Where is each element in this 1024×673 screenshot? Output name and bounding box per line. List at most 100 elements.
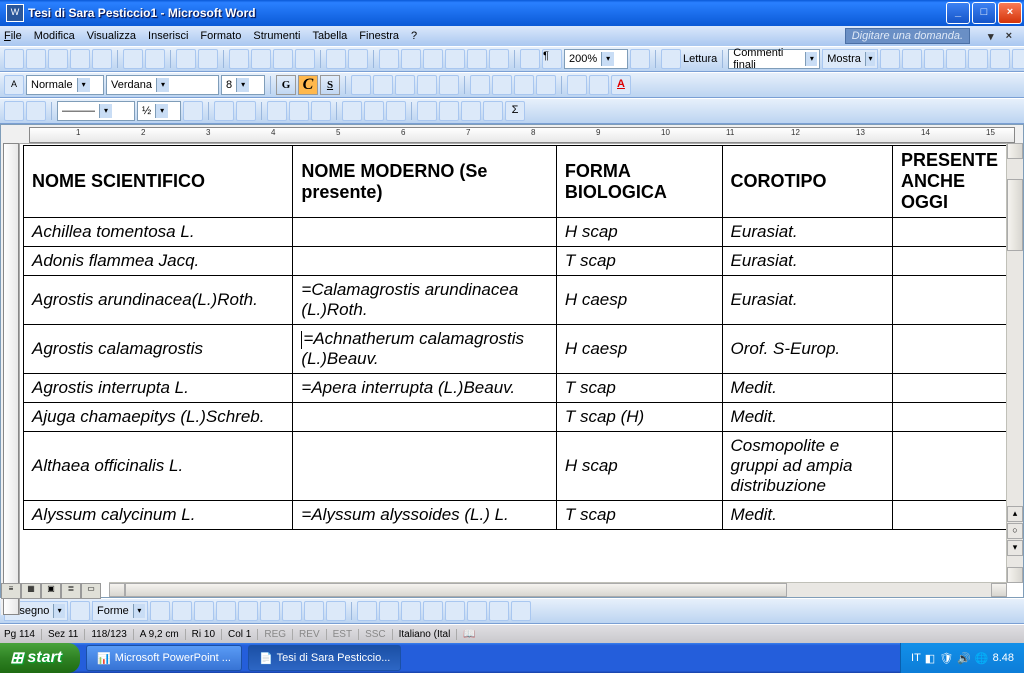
dash-style-button[interactable] xyxy=(445,601,465,621)
distribute-rows-button[interactable] xyxy=(364,101,384,121)
help-button[interactable] xyxy=(630,49,650,69)
prev-page-button[interactable]: ▴ xyxy=(1007,506,1023,522)
status-ovr[interactable]: SSC xyxy=(365,629,393,640)
line-spacing-button[interactable] xyxy=(439,75,459,95)
redo-button[interactable] xyxy=(348,49,368,69)
tray-icon[interactable]: 🌐 xyxy=(975,652,989,665)
increase-indent-button[interactable] xyxy=(536,75,556,95)
next-change-button[interactable] xyxy=(902,49,922,69)
select-browse-object-button[interactable]: ○ xyxy=(1007,523,1023,539)
menu-visualizza[interactable]: Visualizza xyxy=(87,30,136,42)
line-style2-button[interactable] xyxy=(423,601,443,621)
zoom-combo[interactable]: 200%▾ xyxy=(564,49,628,69)
border-color-button[interactable] xyxy=(183,101,203,121)
format-painter-button[interactable] xyxy=(295,49,315,69)
new-doc-button[interactable] xyxy=(4,49,24,69)
justify-button[interactable] xyxy=(417,75,437,95)
scroll-left-button[interactable] xyxy=(109,583,125,597)
prev-change-button[interactable] xyxy=(880,49,900,69)
bullets-button[interactable] xyxy=(492,75,512,95)
align-right-button[interactable] xyxy=(395,75,415,95)
sort-desc-button[interactable] xyxy=(483,101,503,121)
menu-inserisci[interactable]: Inserisci xyxy=(148,30,188,42)
insert-picture-button[interactable] xyxy=(326,601,346,621)
web-view-button[interactable]: ▦ xyxy=(21,583,41,599)
line-button[interactable] xyxy=(150,601,170,621)
reject-change-button[interactable] xyxy=(946,49,966,69)
menu-chevron[interactable]: ▾ xyxy=(988,30,994,43)
outline-view-button[interactable]: ≣ xyxy=(61,583,81,599)
menu-modifica[interactable]: Modifica xyxy=(34,30,75,42)
font-size-combo[interactable]: 8▾ xyxy=(221,75,265,95)
scroll-right-button[interactable] xyxy=(991,583,1007,597)
scroll-down-button[interactable] xyxy=(1007,567,1023,583)
autosum-button[interactable]: Σ xyxy=(505,101,525,121)
paste-button[interactable] xyxy=(273,49,293,69)
arrow-style-button[interactable] xyxy=(467,601,487,621)
tray-icon[interactable]: ◧ xyxy=(925,652,935,665)
cut-button[interactable] xyxy=(229,49,249,69)
columns-button[interactable] xyxy=(467,49,487,69)
select-objects-button[interactable] xyxy=(70,601,90,621)
diagram-button[interactable] xyxy=(282,601,302,621)
undo-button[interactable] xyxy=(326,49,346,69)
font-combo[interactable]: Verdana▾ xyxy=(106,75,219,95)
distribute-cols-button[interactable] xyxy=(386,101,406,121)
status-spell-icon[interactable]: 📖 xyxy=(463,629,481,640)
revisions-display-combo[interactable]: Commenti finali▾ xyxy=(728,49,820,69)
rectangle-button[interactable] xyxy=(194,601,214,621)
insert-table-button[interactable] xyxy=(423,49,443,69)
menu-strumenti[interactable]: Strumenti xyxy=(253,30,300,42)
reading-layout-icon[interactable] xyxy=(661,49,681,69)
tray-clock[interactable]: 8.48 xyxy=(993,652,1014,664)
doc-close-button[interactable]: × xyxy=(1006,30,1012,42)
font-color2-button[interactable] xyxy=(401,601,421,621)
status-trk[interactable]: REV xyxy=(299,629,327,640)
align-top-button[interactable] xyxy=(342,101,362,121)
horizontal-scrollbar[interactable] xyxy=(109,582,1007,597)
menu-formato[interactable]: Formato xyxy=(200,30,241,42)
email-button[interactable] xyxy=(92,49,112,69)
split-cells-button[interactable] xyxy=(311,101,331,121)
eraser-button[interactable] xyxy=(26,101,46,121)
taskbar-word[interactable]: 📄 Tesi di Sara Pesticcio... xyxy=(248,645,401,671)
tray-lang[interactable]: IT xyxy=(911,652,921,664)
normal-view-button[interactable]: ≡ xyxy=(1,583,21,599)
shadow-button[interactable] xyxy=(489,601,509,621)
draw-table-button[interactable] xyxy=(4,101,24,121)
print-preview-button[interactable] xyxy=(145,49,165,69)
tables-borders-button[interactable] xyxy=(401,49,421,69)
print-layout-button[interactable]: ▣ xyxy=(41,583,61,599)
tray-icon[interactable]: 🔊 xyxy=(957,652,971,665)
copy-button[interactable] xyxy=(251,49,271,69)
autoshapes-menu[interactable]: Forme▾ xyxy=(92,601,148,621)
outside-border-button[interactable] xyxy=(214,101,234,121)
close-button[interactable]: × xyxy=(998,2,1022,24)
style-combo[interactable]: Normale▾ xyxy=(26,75,104,95)
text-direction-button[interactable] xyxy=(439,101,459,121)
line-color-button[interactable] xyxy=(379,601,399,621)
horizontal-ruler[interactable]: 1 2 3 4 5 6 7 8 9 10 11 12 13 14 15 xyxy=(1,125,1023,144)
excel-button[interactable] xyxy=(445,49,465,69)
numbering-button[interactable] xyxy=(470,75,490,95)
oval-button[interactable] xyxy=(216,601,236,621)
minimize-button[interactable]: _ xyxy=(946,2,970,24)
shading-color-button[interactable] xyxy=(236,101,256,121)
tray-icon[interactable]: 🛡 xyxy=(939,652,953,665)
textbox-button[interactable] xyxy=(238,601,258,621)
menu-finestra[interactable]: Finestra xyxy=(359,30,399,42)
status-language[interactable]: Italiano (Ital xyxy=(399,629,458,640)
merge-cells-button[interactable] xyxy=(289,101,309,121)
highlight-button[interactable] xyxy=(589,75,609,95)
status-rec[interactable]: REG xyxy=(264,629,293,640)
line-style-combo[interactable]: ———▾ xyxy=(57,101,135,121)
review-pane-button[interactable] xyxy=(1012,49,1024,69)
accept-change-button[interactable] xyxy=(924,49,944,69)
scroll-thumb[interactable] xyxy=(1007,179,1023,251)
hyperlink-button[interactable] xyxy=(379,49,399,69)
status-ext[interactable]: EST xyxy=(333,629,359,640)
insert-table2-button[interactable] xyxy=(267,101,287,121)
arrow-button[interactable] xyxy=(172,601,192,621)
align-left-button[interactable] xyxy=(351,75,371,95)
start-button[interactable]: ⊞start xyxy=(0,643,80,673)
